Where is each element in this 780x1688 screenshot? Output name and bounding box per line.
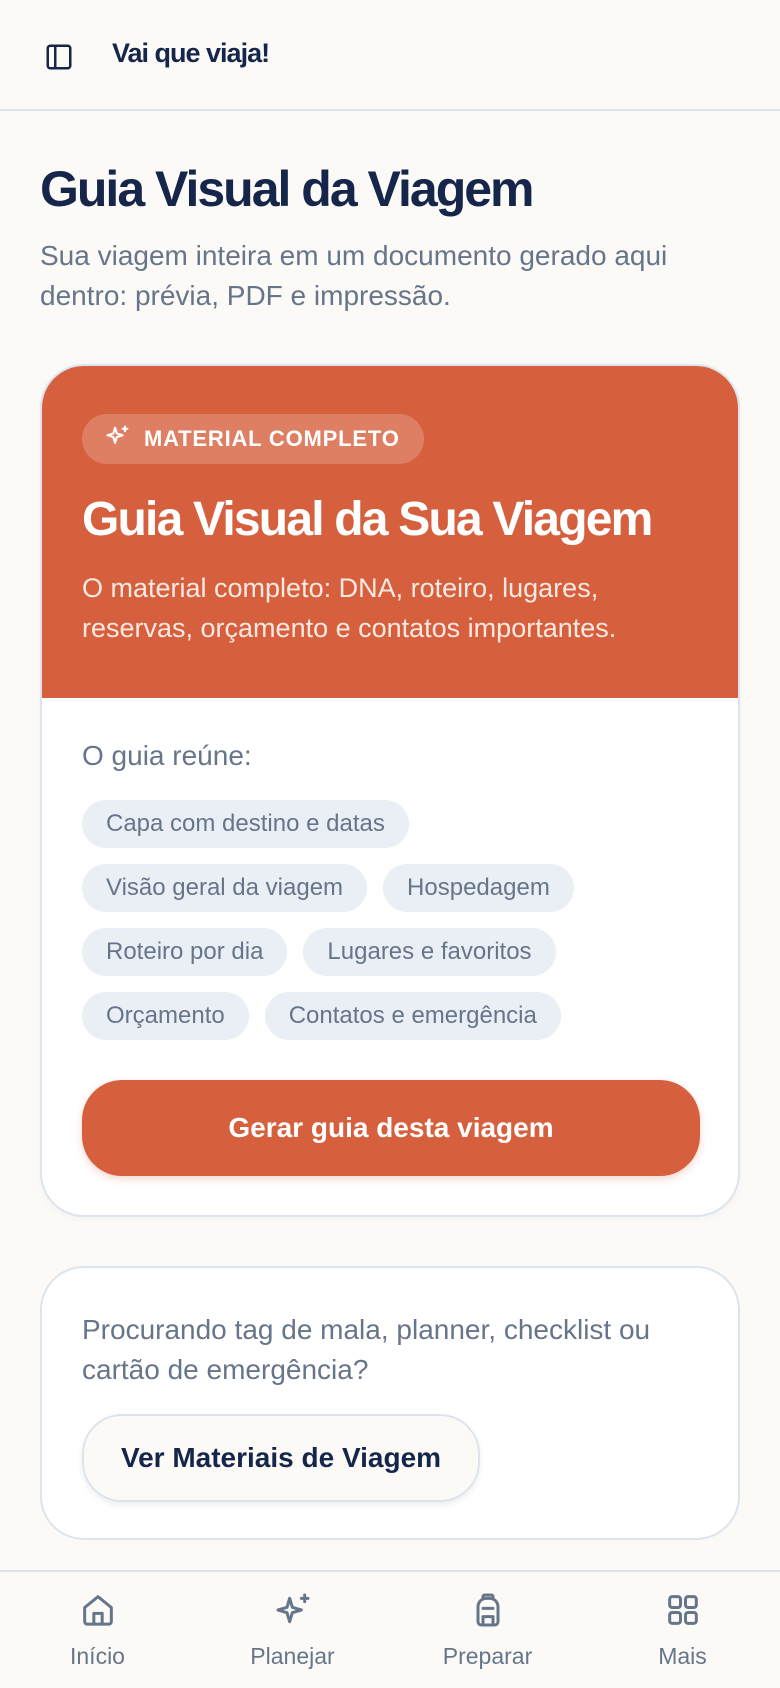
guide-title: Guia Visual da Sua Viagem <box>82 493 653 546</box>
app-brand: Vai que viaja! <box>112 38 270 68</box>
chip-contacts-emergency: Contatos e emergência <box>264 992 561 1040</box>
includes-label: O guia reúne: <box>82 740 252 771</box>
chip-cover: Capa com destino e datas <box>82 800 409 848</box>
generate-guide-button[interactable]: Gerar guia desta viagem <box>82 1080 700 1176</box>
includes-chip-list: Capa com destino e datas Visão geral da … <box>82 800 702 1056</box>
nav-item-planejar[interactable]: Planejar <box>195 1572 390 1688</box>
page-subtitle: Sua viagem inteira em um documento gerad… <box>40 240 668 311</box>
top-bar: Vai que viaja! <box>0 0 780 111</box>
nav-label: Mais <box>658 1643 707 1669</box>
travel-materials-card: Procurando tag de mala, planner, checkli… <box>40 1266 740 1540</box>
chip-budget: Orçamento <box>82 992 249 1040</box>
sparkles-icon <box>273 1590 313 1635</box>
nav-item-preparar[interactable]: Preparar <box>390 1572 585 1688</box>
nav-item-inicio[interactable]: Início <box>0 1572 195 1688</box>
chip-lodging: Hospedagem <box>383 864 574 912</box>
view-materials-button[interactable]: Ver Materiais de Viagem <box>82 1414 480 1502</box>
nav-label: Início <box>70 1643 125 1669</box>
sparkles-icon <box>104 423 132 456</box>
sidebar-toggle-icon[interactable] <box>42 40 76 74</box>
guide-description: O material completo: DNA, roteiro, lugar… <box>82 573 617 643</box>
bottom-navigation: Início Planejar Preparar Mais <box>0 1570 780 1688</box>
nav-label: Planejar <box>250 1643 335 1669</box>
backpack-icon <box>468 1590 508 1635</box>
home-icon <box>78 1590 118 1635</box>
visual-guide-card: MATERIAL COMPLETO Guia Visual da Sua Via… <box>40 364 740 1217</box>
materials-prompt: Procurando tag de mala, planner, checkli… <box>82 1314 651 1385</box>
chip-places-favorites: Lugares e favoritos <box>303 928 556 976</box>
badge-label: MATERIAL COMPLETO <box>144 426 400 451</box>
material-badge: MATERIAL COMPLETO <box>82 414 424 464</box>
nav-label: Preparar <box>442 1643 533 1669</box>
chip-overview: Visão geral da viagem <box>82 864 368 912</box>
guide-hero-banner: MATERIAL COMPLETO Guia Visual da Sua Via… <box>42 366 738 698</box>
grid-icon <box>663 1590 703 1635</box>
nav-item-mais[interactable]: Mais <box>585 1572 780 1688</box>
chip-daily-itinerary: Roteiro por dia <box>82 928 288 976</box>
page-title: Guia Visual da Viagem <box>40 161 534 217</box>
